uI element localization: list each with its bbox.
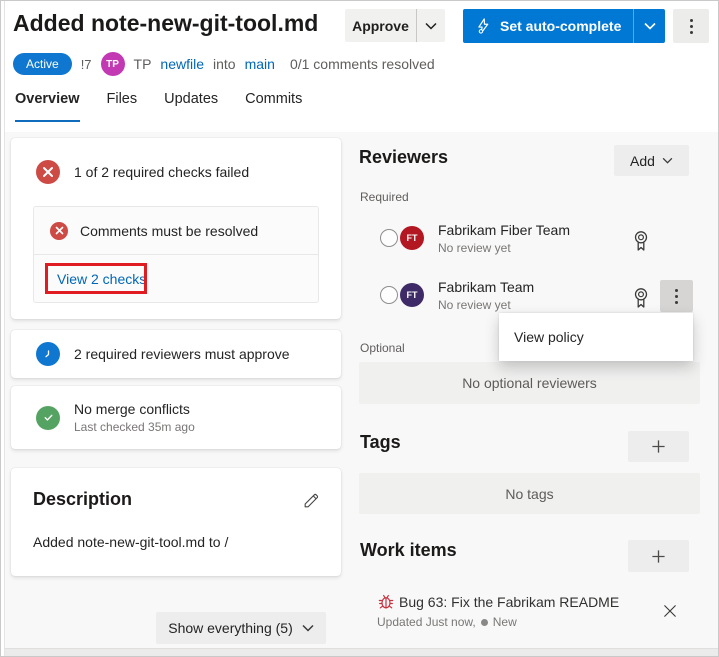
tab-overview[interactable]: Overview bbox=[15, 91, 80, 122]
pull-request-page: Added note-new-git-tool.md Approve Set a… bbox=[0, 0, 719, 657]
checks-failed-summary: 1 of 2 required checks failed bbox=[36, 160, 249, 184]
add-tag-button[interactable] bbox=[628, 431, 689, 462]
work-item-meta: Updated Just now, New bbox=[377, 615, 517, 629]
add-reviewer-button[interactable]: Add bbox=[614, 145, 689, 176]
comments-resolved: 0/1 comments resolved bbox=[289, 56, 435, 72]
ellipsis-icon bbox=[675, 288, 678, 292]
merge-status-subtitle: Last checked 35m ago bbox=[74, 420, 195, 434]
show-everything-button[interactable]: Show everything (5) bbox=[156, 612, 326, 644]
tab-bar: Overview Files Updates Commits bbox=[15, 91, 302, 122]
close-icon bbox=[664, 605, 676, 617]
plus-icon bbox=[652, 440, 665, 453]
add-work-item-button[interactable] bbox=[628, 540, 689, 572]
checks-failed-text: 1 of 2 required checks failed bbox=[74, 164, 250, 180]
header: Added note-new-git-tool.md Approve Set a… bbox=[5, 1, 718, 132]
source-branch-link[interactable]: newfile bbox=[160, 56, 204, 72]
policy-ribbon-icon bbox=[634, 231, 648, 251]
chevron-down-icon bbox=[643, 22, 656, 30]
reviewer-vote-radio[interactable] bbox=[380, 229, 398, 247]
bottom-strip bbox=[5, 648, 718, 656]
policy-ribbon-icon bbox=[634, 288, 648, 308]
chevron-down-icon bbox=[302, 624, 314, 632]
approve-split-button[interactable]: Approve bbox=[345, 9, 445, 42]
reviewers-section-title: Reviewers bbox=[359, 147, 449, 167]
check-item: Comments must be resolved bbox=[34, 207, 318, 255]
reviewers-requirement-text: 2 required reviewers must approve bbox=[74, 346, 290, 362]
required-reviewers-label: Required bbox=[360, 190, 409, 204]
chevron-down-icon bbox=[662, 157, 673, 164]
reviewer-more-options-button[interactable] bbox=[660, 280, 693, 312]
autocomplete-dropdown-button[interactable] bbox=[633, 9, 665, 43]
pr-id: !7 bbox=[80, 56, 92, 72]
reviewer-avatar: FT bbox=[400, 226, 424, 250]
into-label: into bbox=[213, 56, 236, 72]
pr-meta-row: Active !7 TP TP newfile into main 0/1 co… bbox=[13, 51, 435, 77]
merge-status-title: No merge conflicts bbox=[74, 401, 190, 417]
description-title: Description bbox=[33, 489, 133, 509]
reviewer-vote-radio[interactable] bbox=[380, 286, 398, 304]
tab-updates[interactable]: Updates bbox=[164, 91, 218, 122]
optional-reviewers-label: Optional bbox=[360, 341, 405, 355]
reviewer-avatar: FT bbox=[400, 283, 424, 307]
menu-item-view-policy[interactable]: View policy bbox=[514, 329, 584, 345]
reviewer-status: No review yet bbox=[438, 241, 511, 255]
plus-icon bbox=[652, 549, 665, 563]
remove-work-item-button[interactable] bbox=[661, 602, 679, 620]
author-avatar: TP bbox=[100, 52, 125, 76]
set-autocomplete-label: Set auto-complete bbox=[500, 18, 622, 34]
description-card: Description Added note-new-git-tool.md t… bbox=[11, 468, 341, 576]
lightning-gear-icon bbox=[478, 18, 489, 34]
check-circle-icon bbox=[36, 405, 60, 430]
reviewer-context-menu: View policy bbox=[499, 313, 693, 361]
approve-dropdown-button[interactable] bbox=[416, 9, 445, 42]
error-x-circle-icon bbox=[50, 221, 68, 240]
status-badge: Active bbox=[13, 53, 72, 75]
no-tags-box: No tags bbox=[359, 473, 700, 514]
more-options-button[interactable] bbox=[673, 9, 709, 43]
approve-button[interactable]: Approve bbox=[345, 18, 416, 34]
ellipsis-icon bbox=[689, 18, 693, 22]
set-autocomplete-button[interactable]: Set auto-complete bbox=[463, 17, 633, 35]
pencil-icon bbox=[304, 493, 319, 508]
reviewers-requirement-card: 2 required reviewers must approve bbox=[11, 330, 341, 378]
state-dot-icon bbox=[480, 618, 488, 626]
work-item-title[interactable]: Bug 63: Fix the Fabrikam README bbox=[399, 594, 619, 610]
tags-section-title: Tags bbox=[360, 432, 401, 452]
page-title: Added note-new-git-tool.md bbox=[13, 10, 319, 36]
target-branch-link[interactable]: main bbox=[245, 56, 275, 72]
author-name: TP bbox=[133, 56, 152, 72]
checks-card: 1 of 2 required checks failed Comments m… bbox=[11, 138, 341, 319]
tab-commits[interactable]: Commits bbox=[245, 91, 302, 122]
bug-icon bbox=[378, 594, 394, 609]
description-body: Added note-new-git-tool.md to / bbox=[33, 534, 229, 550]
autocomplete-split-button[interactable]: Set auto-complete bbox=[463, 9, 665, 43]
checks-detail-box: Comments must be resolved View 2 checks bbox=[33, 206, 319, 303]
clock-icon bbox=[36, 342, 60, 366]
reviewer-name[interactable]: Fabrikam Team bbox=[438, 279, 534, 295]
edit-description-button[interactable] bbox=[302, 491, 321, 515]
tab-files[interactable]: Files bbox=[107, 91, 138, 122]
work-item-updated: Updated Just now, bbox=[377, 615, 476, 629]
merge-status-card: No merge conflicts Last checked 35m ago bbox=[11, 386, 341, 449]
view-checks-link[interactable]: View 2 checks bbox=[57, 271, 146, 287]
chevron-down-icon bbox=[425, 22, 437, 30]
reviewer-name[interactable]: Fabrikam Fiber Team bbox=[438, 222, 570, 238]
add-reviewer-label: Add bbox=[630, 152, 655, 169]
work-item-state: New bbox=[492, 615, 517, 629]
work-items-section-title: Work items bbox=[360, 540, 457, 560]
reviewer-status: No review yet bbox=[438, 298, 511, 312]
show-everything-label: Show everything (5) bbox=[168, 620, 293, 636]
no-optional-reviewers-box: No optional reviewers bbox=[359, 362, 700, 404]
error-x-circle-icon bbox=[36, 160, 60, 184]
check-item-text: Comments must be resolved bbox=[80, 222, 259, 239]
